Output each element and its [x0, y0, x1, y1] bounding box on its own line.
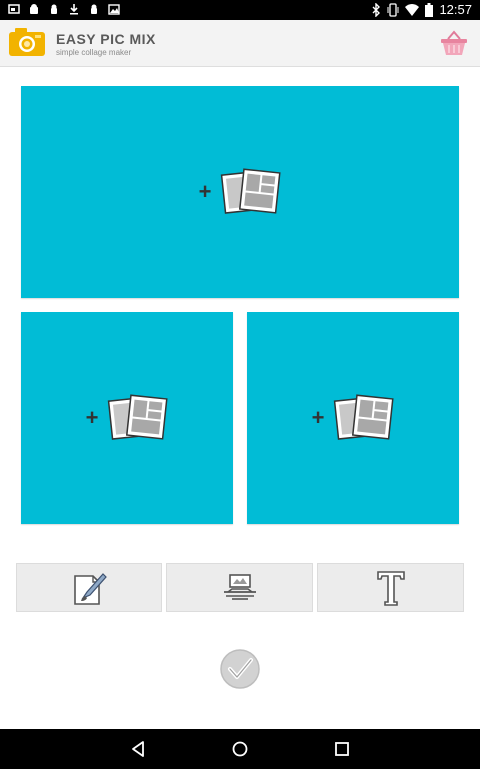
home-icon[interactable] — [230, 739, 250, 759]
bluetooth-icon — [372, 2, 381, 17]
collage-cell-bottom-left[interactable]: + — [21, 312, 233, 524]
system-status: 12:57 — [371, 2, 472, 17]
notification-icons — [8, 3, 120, 15]
android-icon — [91, 4, 97, 14]
navigation-bar — [0, 729, 480, 769]
gallery-icon — [108, 4, 120, 15]
add-photo-area: + — [199, 165, 282, 219]
battery-icon — [425, 2, 434, 17]
collage-cell-top[interactable]: + — [21, 86, 459, 298]
back-icon[interactable] — [128, 739, 148, 759]
app-subtitle: simple collage maker — [56, 48, 132, 57]
clock: 12:57 — [439, 2, 472, 17]
add-photos-icon — [333, 394, 394, 440]
add-photo-area: + — [86, 391, 169, 445]
text-button[interactable] — [317, 563, 464, 612]
app-bar: EASY PIC MIX simple collage maker — [0, 20, 480, 67]
text-t-icon — [376, 570, 405, 606]
android-icon — [51, 4, 57, 14]
status-bar: 12:57 — [0, 0, 480, 20]
add-photos-icon — [220, 168, 281, 214]
basket-icon[interactable] — [440, 30, 468, 56]
recent-apps-icon[interactable] — [332, 739, 352, 759]
edit-layout-button[interactable] — [16, 563, 162, 612]
add-photos-icon — [107, 394, 168, 440]
frame-stamp-icon — [223, 573, 256, 600]
collage-cell-bottom-right[interactable]: + — [247, 312, 459, 524]
app-title: EASY PIC MIX — [56, 31, 156, 47]
plus-sign: + — [85, 405, 99, 430]
screenshot-icon — [8, 4, 20, 14]
android-icon — [30, 4, 38, 14]
plus-sign: + — [198, 179, 212, 204]
wifi-icon — [405, 3, 420, 16]
download-icon — [70, 4, 78, 15]
frame-button[interactable] — [166, 563, 313, 612]
add-photo-area: + — [312, 391, 395, 445]
vibrate-icon — [387, 2, 399, 17]
camera-icon — [9, 28, 45, 56]
plus-sign: + — [311, 405, 325, 430]
document-brush-icon — [74, 572, 107, 605]
checkmark-icon[interactable] — [219, 648, 261, 690]
